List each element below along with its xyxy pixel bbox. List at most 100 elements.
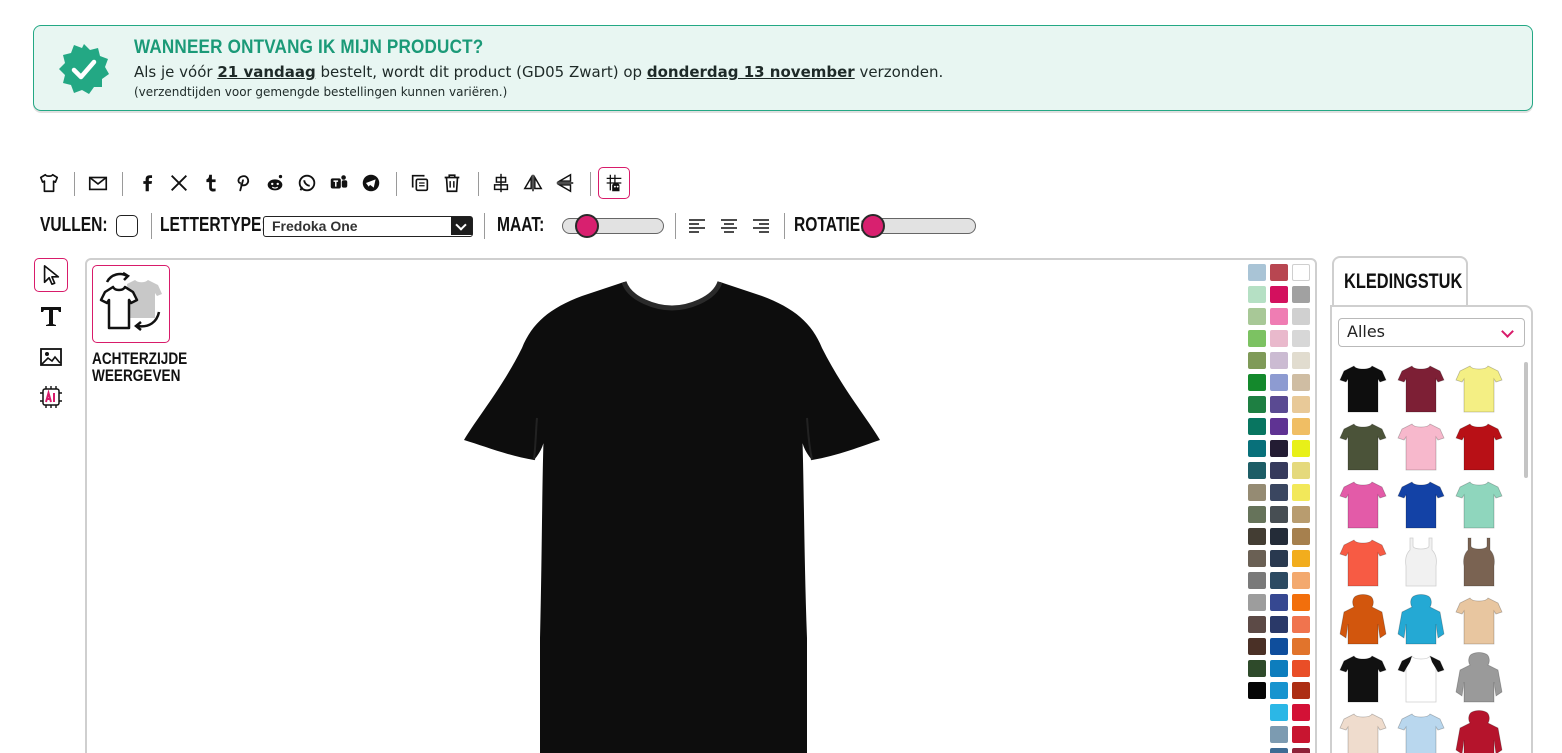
color-swatch[interactable]	[1248, 418, 1266, 435]
color-swatch[interactable]	[1270, 308, 1288, 325]
flip-vertical-icon[interactable]	[552, 170, 578, 196]
rotation-slider[interactable]	[861, 214, 976, 238]
show-back-button[interactable]	[92, 265, 170, 343]
text-tool[interactable]	[34, 299, 68, 333]
color-swatch[interactable]	[1248, 660, 1266, 677]
color-swatch[interactable]	[1248, 286, 1266, 303]
color-swatch[interactable]	[1248, 330, 1266, 347]
garment-black-ringer-tshirt[interactable]	[1338, 652, 1388, 704]
garment-black-tshirt[interactable]	[1338, 362, 1388, 414]
color-swatch[interactable]	[1270, 748, 1288, 753]
grid-snap-icon[interactable]	[598, 167, 630, 199]
color-swatch[interactable]	[1270, 572, 1288, 589]
color-swatch[interactable]	[1270, 352, 1288, 369]
color-swatch[interactable]	[1270, 286, 1288, 303]
color-swatch[interactable]	[1292, 528, 1310, 545]
product-tshirt-front[interactable]	[462, 278, 882, 753]
color-swatch[interactable]	[1270, 330, 1288, 347]
color-swatch[interactable]	[1248, 682, 1266, 699]
fill-color-swatch[interactable]	[116, 215, 138, 237]
color-swatch[interactable]	[1270, 440, 1288, 457]
color-swatch[interactable]	[1292, 440, 1310, 457]
whatsapp-icon[interactable]	[294, 170, 320, 196]
rotation-slider-thumb[interactable]	[861, 214, 885, 238]
color-swatch[interactable]	[1292, 682, 1310, 699]
color-swatch[interactable]	[1292, 572, 1310, 589]
garment-grey-hoodie[interactable]	[1454, 652, 1504, 704]
color-swatch[interactable]	[1292, 550, 1310, 567]
garment-light-blue-tshirt[interactable]	[1396, 710, 1446, 753]
garment-coral-tshirt[interactable]	[1338, 536, 1388, 588]
color-swatch[interactable]	[1270, 396, 1288, 413]
garment-pink-tshirt[interactable]	[1396, 420, 1446, 472]
email-icon[interactable]	[85, 170, 111, 196]
garment-turquoise-hoodie[interactable]	[1396, 594, 1446, 646]
garment-red-varsity-jacket[interactable]	[1454, 710, 1504, 753]
align-center-icon[interactable]	[488, 170, 514, 196]
color-swatch[interactable]	[1292, 704, 1310, 721]
tshirt-icon[interactable]	[36, 170, 62, 196]
pinterest-icon[interactable]	[230, 170, 256, 196]
color-swatch[interactable]	[1270, 616, 1288, 633]
color-swatch[interactable]	[1270, 660, 1288, 677]
color-swatch[interactable]	[1292, 418, 1310, 435]
color-swatch[interactable]	[1270, 550, 1288, 567]
garment-list-scrollbar[interactable]	[1524, 362, 1528, 478]
color-swatch[interactable]	[1292, 506, 1310, 523]
color-swatch[interactable]	[1270, 506, 1288, 523]
color-swatch[interactable]	[1270, 374, 1288, 391]
garment-red-tshirt[interactable]	[1454, 420, 1504, 472]
tab-garment[interactable]: KLEDINGSTUK	[1332, 256, 1468, 306]
color-swatch[interactable]	[1292, 330, 1310, 347]
size-slider[interactable]	[562, 214, 664, 238]
x-icon[interactable]	[166, 170, 192, 196]
color-swatch[interactable]	[1292, 660, 1310, 677]
flip-horizontal-icon[interactable]	[520, 170, 546, 196]
align-right-icon[interactable]	[752, 218, 770, 236]
telegram-icon[interactable]	[358, 170, 384, 196]
color-swatch[interactable]	[1270, 594, 1288, 611]
color-swatch[interactable]	[1248, 352, 1266, 369]
color-swatch[interactable]	[1248, 484, 1266, 501]
color-swatch[interactable]	[1292, 396, 1310, 413]
ai-tool[interactable]	[34, 380, 68, 414]
color-swatch[interactable]	[1248, 308, 1266, 325]
color-swatch[interactable]	[1270, 484, 1288, 501]
color-swatch[interactable]	[1248, 506, 1266, 523]
garment-sand-tshirt[interactable]	[1338, 710, 1388, 753]
color-swatch[interactable]	[1292, 594, 1310, 611]
garment-royal-blue-tshirt[interactable]	[1396, 478, 1446, 530]
color-swatch[interactable]	[1292, 484, 1310, 501]
copy-icon[interactable]	[407, 170, 433, 196]
image-tool[interactable]	[34, 340, 68, 374]
color-swatch[interactable]	[1248, 440, 1266, 457]
color-swatch[interactable]	[1270, 528, 1288, 545]
select-tool[interactable]	[34, 258, 68, 292]
size-slider-thumb[interactable]	[574, 214, 599, 238]
facebook-icon[interactable]	[134, 170, 160, 196]
garment-mint-tshirt[interactable]	[1454, 478, 1504, 530]
color-swatch[interactable]	[1270, 462, 1288, 479]
garment-olive-tshirt[interactable]	[1338, 420, 1388, 472]
color-swatch[interactable]	[1270, 704, 1288, 721]
color-swatch[interactable]	[1292, 286, 1310, 303]
color-swatch[interactable]	[1248, 616, 1266, 633]
cutoff-time-link[interactable]: 21 vandaag	[217, 63, 315, 81]
teams-icon[interactable]	[326, 170, 352, 196]
tumblr-icon[interactable]	[198, 170, 224, 196]
garment-raglan-tshirt[interactable]	[1396, 652, 1446, 704]
color-swatch[interactable]	[1292, 638, 1310, 655]
garment-white-tank[interactable]	[1396, 536, 1446, 588]
color-swatch[interactable]	[1292, 308, 1310, 325]
color-swatch[interactable]	[1248, 396, 1266, 413]
garment-maroon-tshirt[interactable]	[1396, 362, 1446, 414]
color-swatch[interactable]	[1248, 374, 1266, 391]
color-swatch[interactable]	[1292, 616, 1310, 633]
color-swatch[interactable]	[1292, 374, 1310, 391]
color-swatch[interactable]	[1270, 418, 1288, 435]
color-swatch[interactable]	[1248, 462, 1266, 479]
color-swatch[interactable]	[1292, 748, 1310, 753]
align-center-text-icon[interactable]	[720, 218, 738, 236]
garment-brown-tank[interactable]	[1454, 536, 1504, 588]
garment-magenta-tshirt[interactable]	[1338, 478, 1388, 530]
